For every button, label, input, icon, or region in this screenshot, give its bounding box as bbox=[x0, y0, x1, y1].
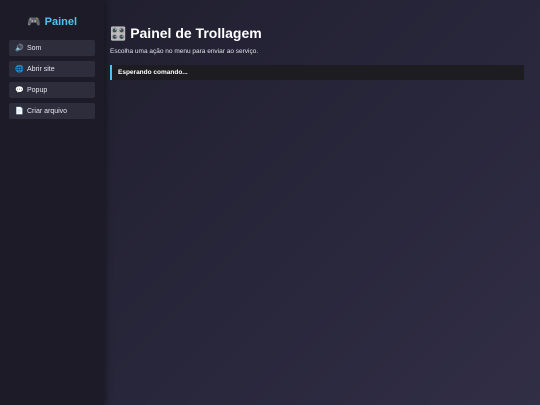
brand-label: Painel bbox=[44, 16, 78, 28]
speaker-icon: 🔊 bbox=[15, 44, 24, 52]
speech-bubble-icon: 💬 bbox=[15, 86, 24, 94]
page-subtitle: Escolha uma ação no menu para enviar ao … bbox=[110, 48, 259, 55]
sidebar-menu: 🔊 Som 🌐 Abrir site 💬 Popup 📄 Criar arqui… bbox=[0, 40, 104, 119]
menu-item-label: Popup bbox=[27, 86, 48, 94]
menu-item-criar-arquivo[interactable]: 📄 Criar arquivo bbox=[9, 103, 95, 119]
sidebar: 🎮 Painel 🔊 Som 🌐 Abrir site 💬 Popup 📄 Cr… bbox=[0, 0, 104, 405]
menu-item-label: Criar arquivo bbox=[27, 107, 68, 115]
menu-item-popup[interactable]: 💬 Popup bbox=[9, 82, 95, 98]
brand: 🎮 Painel bbox=[0, 14, 104, 30]
main-content: 🎛️ Painel de Trollagem Escolha uma ação … bbox=[110, 24, 524, 80]
menu-item-label: Som bbox=[27, 44, 42, 52]
gamepad-icon: 🎮 bbox=[26, 15, 41, 28]
status-box: Esperando comando... bbox=[110, 65, 524, 80]
page-title: 🎛️ Painel de Trollagem bbox=[110, 24, 524, 42]
menu-item-som[interactable]: 🔊 Som bbox=[9, 40, 95, 56]
menu-item-abrir-site[interactable]: 🌐 Abrir site bbox=[9, 61, 95, 77]
globe-icon: 🌐 bbox=[15, 65, 24, 73]
page-title-text: Painel de Trollagem bbox=[130, 25, 262, 41]
menu-item-label: Abrir site bbox=[27, 65, 55, 73]
document-icon: 📄 bbox=[15, 107, 24, 115]
control-knobs-icon: 🎛️ bbox=[110, 25, 127, 41]
